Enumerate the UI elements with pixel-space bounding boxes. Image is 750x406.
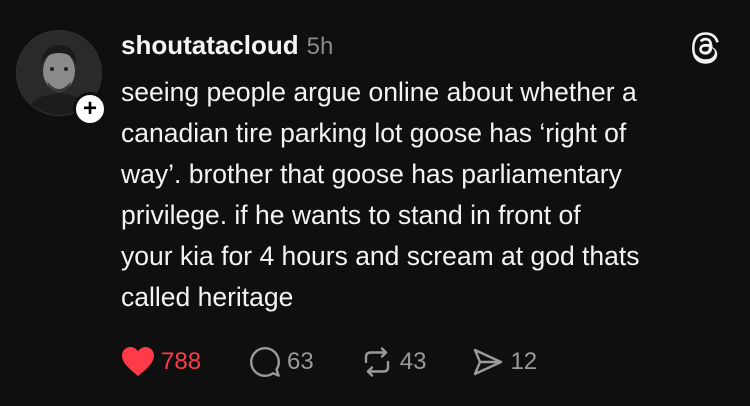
threads-logo-icon bbox=[692, 32, 719, 64]
timestamp: 5h bbox=[306, 33, 334, 60]
share-count: 12 bbox=[510, 348, 538, 375]
reply-bubble-icon bbox=[250, 347, 281, 377]
share-button[interactable]: 12 bbox=[472, 346, 537, 378]
like-button[interactable]: 788 bbox=[121, 346, 201, 378]
post-header: shoutatacloud 5h bbox=[121, 30, 333, 60]
follow-button[interactable]: + bbox=[73, 92, 107, 126]
send-icon bbox=[474, 348, 503, 376]
like-count: 788 bbox=[161, 348, 202, 375]
plus-icon: + bbox=[82, 95, 97, 122]
action-bar: 788 63 43 12 bbox=[121, 342, 537, 382]
heart-icon bbox=[122, 347, 154, 376]
repost-button[interactable]: 43 bbox=[360, 346, 427, 378]
username[interactable]: shoutatacloud bbox=[121, 30, 299, 61]
repost-count: 43 bbox=[399, 348, 427, 375]
reply-button[interactable]: 63 bbox=[249, 346, 314, 378]
repost-icon bbox=[364, 347, 389, 377]
reply-count: 63 bbox=[287, 348, 314, 375]
post-text: seeing people argue online about whether… bbox=[121, 77, 640, 312]
